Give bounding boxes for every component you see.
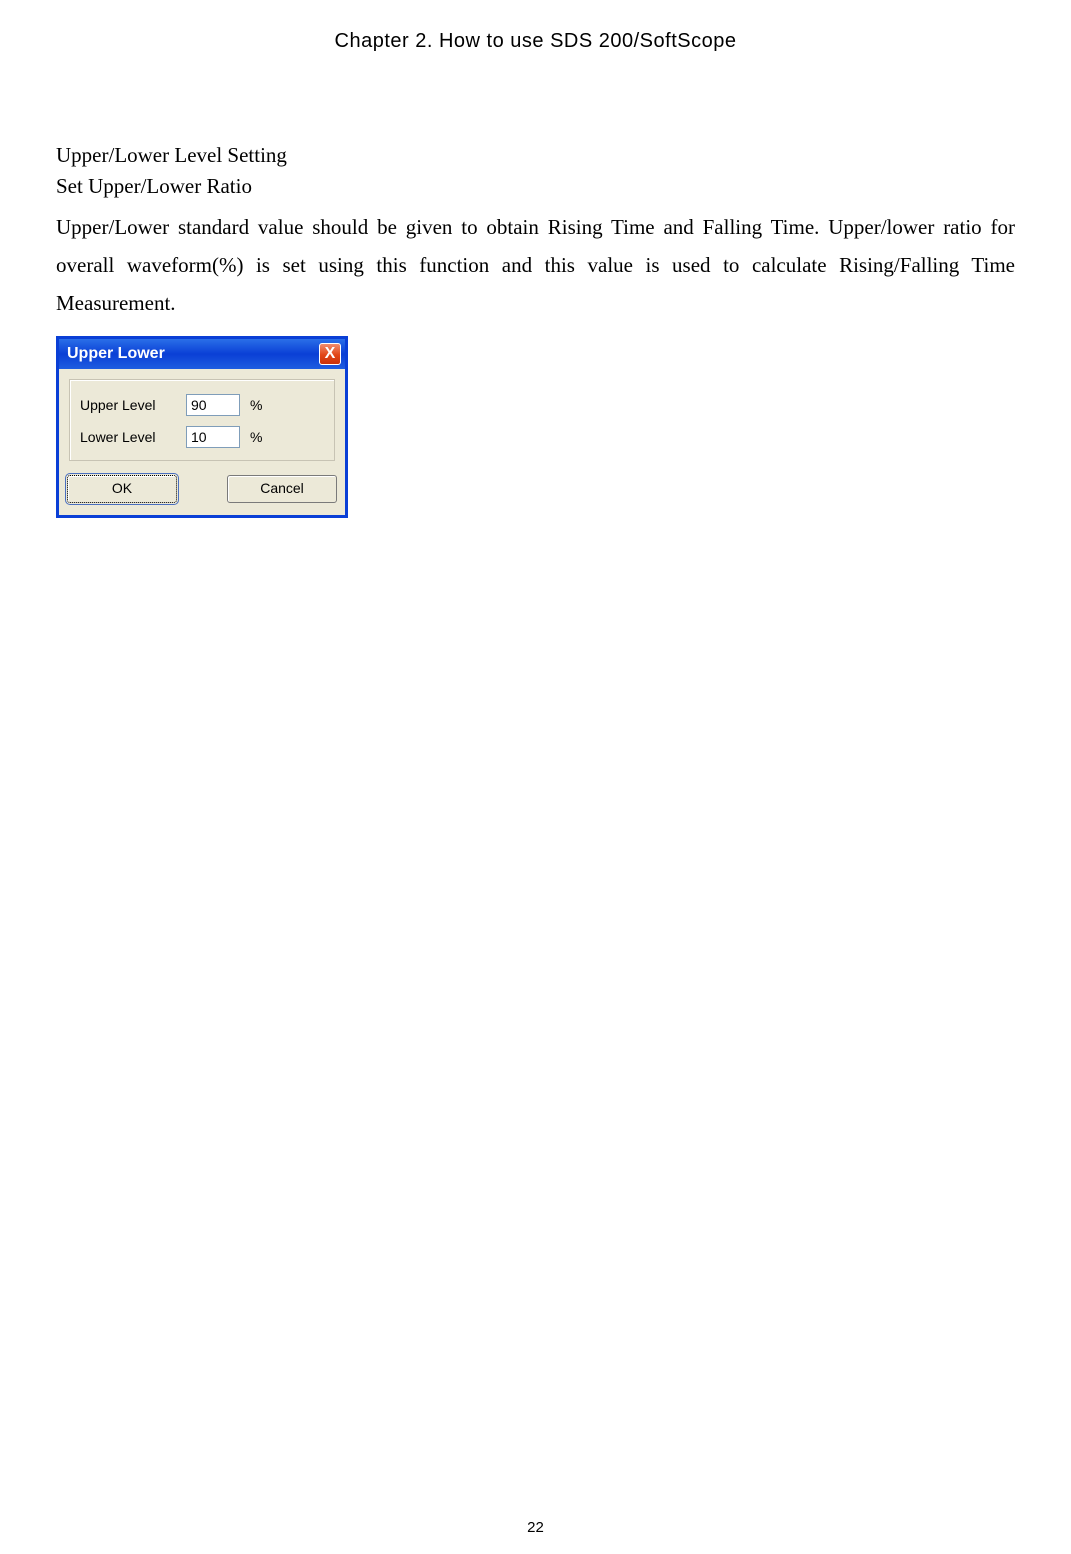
section-subheading: Set Upper/Lower Ratio <box>56 174 1015 199</box>
chapter-title: Chapter 2. How to use SDS 200/SoftScope <box>56 30 1015 53</box>
close-icon: X <box>325 346 336 362</box>
dialog-titlebar[interactable]: Upper Lower X <box>59 339 345 369</box>
close-button[interactable]: X <box>319 343 341 365</box>
cancel-button[interactable]: Cancel <box>227 475 337 503</box>
section-heading: Upper/Lower Level Setting <box>56 143 1015 168</box>
lower-level-input[interactable] <box>186 426 240 448</box>
dialog-title: Upper Lower <box>67 345 165 363</box>
level-fieldset: Upper Level % Lower Level % <box>69 379 335 461</box>
upper-lower-dialog: Upper Lower X Upper Level % Lower Level … <box>56 336 348 518</box>
upper-level-input[interactable] <box>186 394 240 416</box>
lower-level-unit: % <box>250 429 266 445</box>
dialog-body: Upper Level % Lower Level % <box>59 369 345 465</box>
lower-level-label: Lower Level <box>80 429 176 445</box>
lower-level-row: Lower Level % <box>80 426 324 448</box>
page-number: 22 <box>0 1519 1071 1536</box>
upper-level-unit: % <box>250 397 266 413</box>
section-body: Upper/Lower standard value should be giv… <box>56 209 1015 322</box>
ok-button[interactable]: OK <box>67 475 177 503</box>
upper-level-label: Upper Level <box>80 397 176 413</box>
upper-level-row: Upper Level % <box>80 394 324 416</box>
dialog-button-row: OK Cancel <box>59 465 345 515</box>
